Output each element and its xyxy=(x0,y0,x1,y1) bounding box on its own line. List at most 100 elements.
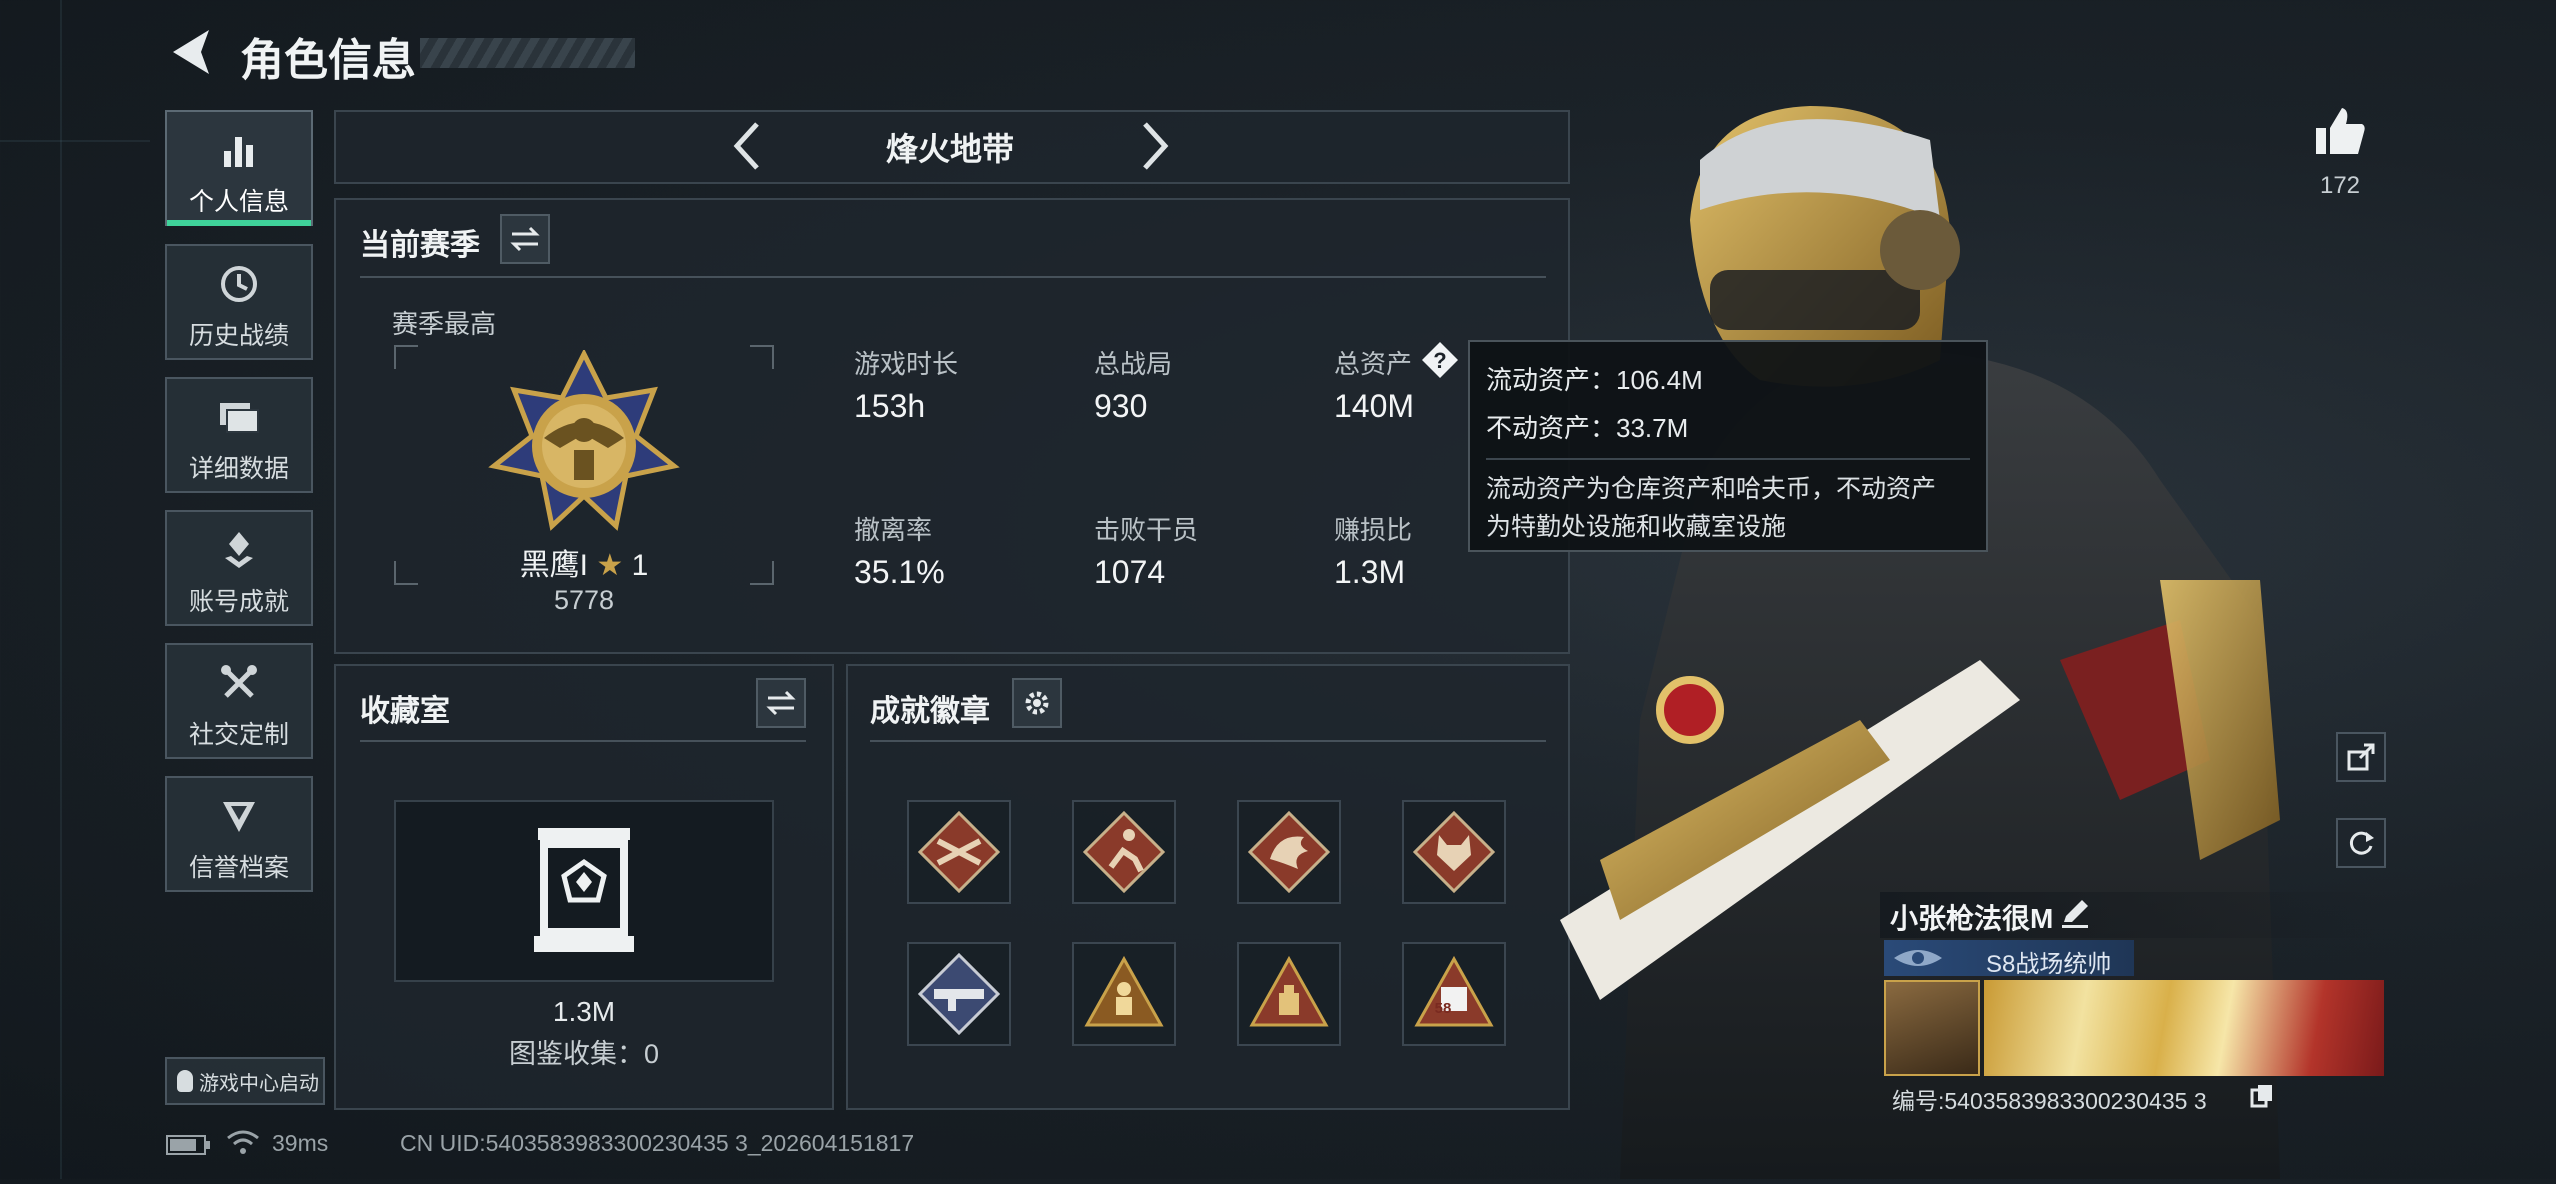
profile-banner xyxy=(1984,980,2384,1076)
season-switch-button[interactable] xyxy=(500,214,550,264)
share-button[interactable] xyxy=(2336,732,2386,782)
tooltip-liquid-assets: 流动资产：106.4M xyxy=(1486,365,1703,395)
badge-bag[interactable] xyxy=(1237,942,1341,1046)
stat-label-matches: 总战局 xyxy=(1094,349,1173,379)
swap-icon xyxy=(510,226,540,252)
hud-line-top xyxy=(0,140,150,142)
sidebar-item-label: 详细数据 xyxy=(188,455,289,483)
star-icon: ★ xyxy=(596,549,624,582)
sidebar-item-credit[interactable]: 信誉档案 xyxy=(165,776,313,892)
share-icon xyxy=(2347,743,2375,771)
collection-value: 1.3M xyxy=(552,996,616,1027)
badge-58-text: 58 xyxy=(1434,1000,1452,1017)
profile-banner-portrait xyxy=(1884,980,1980,1076)
rank-emblem-icon xyxy=(484,348,684,540)
season-divider xyxy=(360,276,1546,278)
page-title: 角色信息 xyxy=(240,36,416,85)
rocket-launcher-icon xyxy=(918,953,1000,1035)
display-case-icon xyxy=(530,826,638,954)
sidebar-item-label: 信誉档案 xyxy=(188,854,289,882)
prev-mode-button[interactable] xyxy=(725,118,769,174)
tooltip-desc-line1: 流动资产为仓库资产和哈夫币，不动资产 xyxy=(1486,475,1937,503)
penguin-icon xyxy=(177,1070,193,1092)
tooltip-divider xyxy=(1486,458,1970,460)
stat-value-matches: 930 xyxy=(1094,388,1148,424)
number-badge-icon xyxy=(1414,955,1494,1027)
season-title-emblem-icon xyxy=(1892,942,1944,974)
active-indicator xyxy=(167,220,311,226)
dragon-icon xyxy=(1248,811,1330,893)
badge-crossed-guns[interactable] xyxy=(907,800,1011,904)
achievements-divider xyxy=(870,740,1546,742)
clock-icon xyxy=(167,262,311,306)
profile-name: 小张枪法很M xyxy=(1890,903,2054,934)
sidebar-item-label: 账号成就 xyxy=(188,588,289,616)
sidebar-item-history[interactable]: 历史战绩 xyxy=(165,244,313,360)
stat-label-profit-ratio: 赚损比 xyxy=(1334,515,1413,545)
battery-icon xyxy=(166,1134,212,1156)
crossed-guns-icon xyxy=(918,811,1000,893)
thumbs-up-icon xyxy=(2316,108,2365,154)
runner-icon xyxy=(1083,811,1165,893)
sidebar-item-label: 社交定制 xyxy=(188,721,289,749)
ping-value: 39ms xyxy=(272,1130,329,1156)
tooltip-fixed-assets: 不动资产：33.7M xyxy=(1486,413,1689,443)
likes-count: 172 xyxy=(2319,172,2361,199)
sidebar-item-label: 个人信息 xyxy=(188,188,289,216)
season-title-text: S8战场统帅 xyxy=(1986,951,2112,978)
collection-title: 收藏室 xyxy=(360,695,450,728)
stat-value-assets: 140M xyxy=(1334,388,1415,424)
wifi-icon xyxy=(226,1128,260,1158)
game-center-launch-button[interactable]: 游戏中心启动 xyxy=(165,1057,325,1105)
badge-runner[interactable] xyxy=(1072,800,1176,904)
bag-icon xyxy=(1249,955,1329,1027)
swap-icon xyxy=(766,690,796,716)
badge-wolf[interactable] xyxy=(1402,800,1506,904)
folder-icon xyxy=(167,395,311,439)
tools-icon xyxy=(167,661,311,705)
chevron-left-icon xyxy=(733,122,759,170)
gear-icon xyxy=(1025,691,1049,715)
back-arrow-icon xyxy=(173,30,209,74)
badge-58[interactable] xyxy=(1402,942,1506,1046)
chevron-right-icon xyxy=(1143,122,1169,170)
rank-name-row: 黑鹰I ★ 1 xyxy=(394,540,774,584)
shield-icon xyxy=(167,794,311,838)
sidebar-item-social[interactable]: 社交定制 xyxy=(165,643,313,759)
sidebar-item-label: 历史战绩 xyxy=(188,322,289,350)
sidebar-item-achievements[interactable]: 账号成就 xyxy=(165,510,313,626)
season-title: 当前赛季 xyxy=(360,229,480,262)
badge-rocket-launcher[interactable] xyxy=(907,942,1011,1046)
pencil-icon xyxy=(2062,900,2088,928)
stat-value-profit-ratio: 1.3M xyxy=(1334,554,1406,590)
copy-icon xyxy=(2250,1085,2272,1108)
refresh-button[interactable] xyxy=(2336,818,2386,868)
stat-value-extract-rate: 35.1% xyxy=(854,554,945,590)
season-subtitle: 赛季最高 xyxy=(392,309,497,339)
rank-stars: 1 xyxy=(631,549,649,582)
stat-value-playtime: 153h xyxy=(854,388,926,424)
achievements-settings-button[interactable] xyxy=(1012,678,1062,728)
badge-dragon[interactable] xyxy=(1237,800,1341,904)
back-button[interactable] xyxy=(165,24,215,80)
stat-value-kills: 1074 xyxy=(1094,554,1166,590)
tooltip-desc-line2: 为特勤处设施和收藏室设施 xyxy=(1486,513,1787,541)
like-button[interactable] xyxy=(2312,104,2368,160)
badge-figure[interactable] xyxy=(1072,942,1176,1046)
edit-name-button[interactable] xyxy=(2058,896,2092,930)
stat-label-assets: 总资产 xyxy=(1334,349,1413,379)
refresh-icon xyxy=(2349,831,2374,855)
collection-switch-button[interactable] xyxy=(756,678,806,728)
assets-tooltip: 流动资产：106.4M 不动资产：33.7M 流动资产为仓库资产和哈夫币，不动资… xyxy=(1468,340,1988,552)
copy-id-button[interactable] xyxy=(2248,1082,2276,1110)
uid-text: CN UID:5403583983300230435 3_20260415181… xyxy=(400,1130,915,1156)
rank-name: 黑鹰I xyxy=(519,549,589,582)
sidebar-item-details[interactable]: 详细数据 xyxy=(165,377,313,493)
assets-help-icon[interactable]: ? xyxy=(1420,340,1460,380)
rank-score: 5778 xyxy=(553,585,615,615)
collection-caption: 图鉴收集：0 xyxy=(508,1039,660,1069)
collection-divider xyxy=(360,740,806,742)
sidebar-item-personal-info[interactable]: 个人信息 xyxy=(165,110,313,226)
next-mode-button[interactable] xyxy=(1133,118,1177,174)
stat-label-playtime: 游戏时长 xyxy=(854,349,959,379)
